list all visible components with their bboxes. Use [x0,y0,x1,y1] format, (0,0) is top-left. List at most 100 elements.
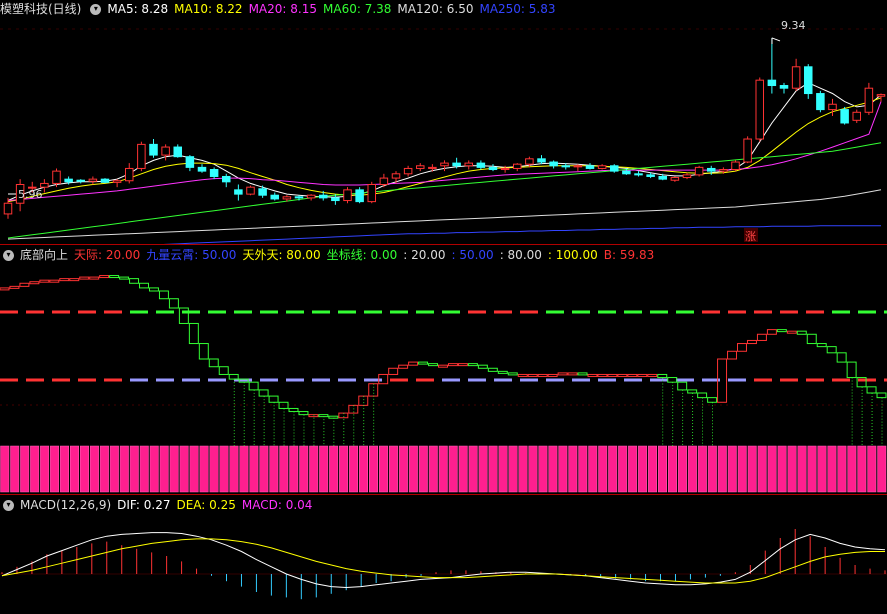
candle [549,161,558,167]
candle [500,167,510,171]
indicator-step [129,278,140,284]
stock-title: 模塑科技(日线) [0,2,82,16]
candle [270,194,280,200]
candle [234,189,243,195]
candle [488,166,498,171]
signal-bar [408,445,418,493]
candle [609,165,619,172]
signal-bar [837,445,847,493]
candle [864,87,874,113]
indicator-step [99,275,110,279]
indicator-step [218,366,229,375]
candle [646,174,655,177]
signal-bar [378,445,388,493]
candle [622,170,631,175]
indicator-title: 底部向上 [20,248,69,262]
indicator-step [687,389,698,394]
indicator-step [707,397,718,403]
indicator-step [667,377,678,383]
signal-bar [189,445,199,493]
candle [464,162,474,167]
signal-bar [329,445,339,493]
signal-bar [777,445,787,493]
candle [282,196,292,200]
candle [452,162,461,167]
indicator-step [438,364,448,368]
chevron-down-icon[interactable]: ▾ [3,249,14,261]
candle [76,179,86,182]
candle [585,165,595,169]
candle [743,138,752,163]
indicator-chart[interactable] [0,264,887,494]
signal-bar [229,445,239,493]
indicator-step [557,372,568,376]
signal-bar [60,445,70,493]
signal-bar [638,445,648,493]
candle [306,194,316,199]
indicator-step [587,373,598,377]
candle [367,184,377,203]
indicator-step [826,346,837,354]
indicator-step [766,329,777,335]
candle [852,111,862,121]
indicator-step [876,392,887,399]
candle [149,143,158,156]
indicator-step [846,361,857,379]
indicator-step [318,414,329,418]
signal-bar [458,445,468,493]
price-chart[interactable]: 9.34 5.96 涨 [0,18,887,244]
indicator-step [756,333,767,341]
signal-bar [548,445,558,493]
limit-up-badge-label: 涨 [745,230,756,243]
signal-bar [418,445,428,493]
signal-bar [119,445,129,493]
indicator-step [19,282,30,287]
ind-item-1: 九量云霄: 50.00 [146,248,237,262]
signal-bar [747,445,757,493]
ind-item-6: : 80.00 [499,248,542,262]
signal-bar [807,445,817,493]
candle [731,161,740,171]
indicator-step [467,363,478,367]
signal-bar [319,445,329,493]
signal-bar [169,445,179,493]
signal-bar [40,445,50,493]
ind-item-2: 天外天: 80.00 [242,248,321,262]
indicator-step [597,373,608,377]
indicator-step [248,381,259,391]
indicator-step [866,386,877,394]
signal-bar [857,445,867,493]
indicator-step [89,276,100,280]
indicator-step [268,395,279,403]
candle [294,196,304,199]
indicator-step [139,282,149,289]
chevron-down-icon[interactable]: ▾ [3,499,14,511]
signal-bar [438,445,448,493]
signal-bar [249,445,259,493]
macd-value: MACD: 0.04 [241,498,313,512]
signal-bar [518,445,528,493]
indicator-step [627,373,638,377]
signal-bar [70,445,79,493]
signal-bar [89,445,99,493]
indicator-step [796,330,807,335]
candle [428,166,437,169]
ma5-label: MA5: 8.28 [107,2,169,16]
signal-bar [498,445,508,493]
signal-bar [20,445,30,493]
signal-bar [428,445,438,493]
ma250-label: MA250: 5.83 [479,2,556,16]
candle [100,178,110,183]
signal-bar [797,445,807,493]
signal-bar [787,445,797,493]
candle [440,162,449,167]
candle [331,197,340,202]
panel-divider-2 [0,494,887,495]
chevron-down-icon[interactable]: ▾ [90,3,102,15]
indicator-header: ▾ 底部向上 天际: 20.00 九量云霄: 50.00 天外天: 80.00 … [0,246,660,264]
macd-chart[interactable] [0,514,887,614]
candle [379,177,389,186]
indicator-step [497,370,508,374]
indicator-step [298,411,309,416]
candle [816,93,825,111]
